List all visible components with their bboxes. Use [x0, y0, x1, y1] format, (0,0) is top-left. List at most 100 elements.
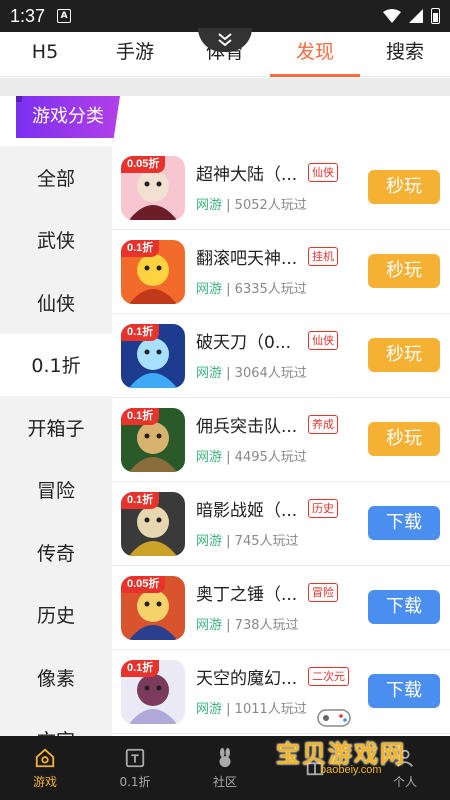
game-row[interactable]: 0.1折 破天刀（0... 仙侠 网游 | 3064人玩过 秒玩: [112, 314, 450, 398]
badge-fold: [16, 96, 22, 102]
home-icon: [35, 748, 55, 767]
meta-separator: |: [222, 450, 235, 465]
discount-badge: 0.1折: [121, 492, 160, 509]
meta-separator: |: [222, 702, 235, 717]
bottom-nav: 游戏 0.1折 社区 个人: [0, 736, 450, 800]
game-row[interactable]: 0.1折翻滚吧天神... 挂机 网游 | 6335人玩过 秒玩: [112, 230, 450, 314]
category-sidebar: 全部武侠仙侠0.1折开箱子冒险传奇历史像素文字: [0, 146, 112, 736]
genre-tag: 仙侠: [308, 163, 338, 182]
meta-separator: |: [222, 618, 235, 633]
nav-label: 社区: [212, 774, 237, 789]
game-meta: 网游 | 738人玩过: [196, 614, 299, 633]
battery-icon: [431, 8, 440, 24]
nav-label: 游戏: [32, 774, 57, 789]
nav-item-0[interactable]: 游戏: [0, 736, 90, 800]
game-icon[interactable]: 0.05折: [121, 156, 185, 220]
sidebar-item[interactable]: 仙侠: [0, 271, 112, 334]
player-count: 5052人玩过: [234, 198, 307, 213]
game-icon[interactable]: 0.1折: [121, 408, 185, 472]
sidebar-item[interactable]: 武侠: [0, 209, 112, 272]
sidebar-item[interactable]: 冒险: [0, 459, 112, 522]
discount-badge: 0.05折: [121, 576, 166, 593]
instant-play-button[interactable]: 秒玩: [368, 338, 440, 372]
game-meta: 网游 | 6335人玩过: [196, 278, 307, 297]
download-button[interactable]: 下载: [368, 506, 440, 540]
sidebar-item[interactable]: 文字: [0, 709, 112, 736]
genre-tag: 二次元: [308, 667, 349, 686]
rabbit-icon: [219, 747, 231, 767]
tab-0[interactable]: H5: [0, 32, 90, 76]
status-time: 1:37: [10, 5, 46, 26]
game-category: 网游: [196, 534, 223, 549]
game-meta: 网游 | 1011人玩过: [196, 698, 307, 717]
sidebar-item[interactable]: 像素: [0, 646, 112, 709]
player-count: 745人玩过: [234, 534, 299, 549]
game-icon[interactable]: 0.1折: [121, 324, 185, 388]
discount-badge: 0.05折: [121, 156, 166, 173]
sidebar-item[interactable]: 开箱子: [0, 396, 112, 459]
nav-item-1[interactable]: 0.1折: [90, 736, 180, 800]
discount-icon: [125, 748, 145, 767]
game-icon[interactable]: 0.1折: [121, 240, 185, 304]
game-name: 佣兵突击队...: [196, 417, 298, 437]
gift-icon: [305, 762, 325, 776]
meta-separator: |: [222, 366, 235, 381]
game-category: 网游: [196, 366, 223, 381]
category-header: 游戏分类: [0, 96, 450, 146]
instant-play-button[interactable]: 秒玩: [368, 254, 440, 288]
sidebar-item[interactable]: 历史: [0, 584, 112, 647]
game-list: 0.05折 超神大陆（... 仙侠 网游 | 5052人玩过 秒玩 0.1折 翻滚吧天神..…: [112, 146, 450, 736]
sidebar-item[interactable]: 全部: [0, 146, 112, 209]
game-name: 暗影战姬（...: [196, 501, 298, 521]
app-screen: 1:37 A H5 手游 体育 发现 搜索 游戏分类 全部 武侠 仙侠 0.1折 开箱子 冒险 传奇…: [0, 0, 450, 800]
game-meta: 网游 | 5052人玩过: [196, 194, 307, 213]
nav-item-3[interactable]: [270, 736, 360, 800]
sidebar-item[interactable]: 0.1折: [0, 333, 112, 396]
divider-strip: [0, 78, 450, 96]
user-icon: [396, 749, 414, 767]
tab-1[interactable]: 手游: [90, 32, 180, 76]
download-button[interactable]: 下载: [368, 590, 440, 624]
nav-item-4[interactable]: 个人: [360, 736, 450, 800]
discount-badge: 0.1折: [121, 324, 160, 341]
game-name: 翻滚吧天神...: [196, 249, 298, 269]
game-meta: 网游 | 3064人玩过: [196, 362, 307, 381]
game-category: 网游: [196, 618, 223, 633]
genre-tag: 历史: [308, 499, 338, 518]
meta-separator: |: [222, 282, 235, 297]
discount-badge: 0.1折: [121, 240, 160, 257]
genre-tag: 仙侠: [308, 331, 338, 350]
game-row[interactable]: 0.1折 天空的魔幻... 二次元 网游 | 1011人玩过 下载: [112, 650, 450, 734]
game-icon[interactable]: 0.1折: [121, 492, 185, 556]
genre-tag: 养成: [308, 415, 338, 434]
game-row[interactable]: 0.1折 佣兵突击队... 养成 网游 | 4495人玩过 秒玩: [112, 398, 450, 482]
game-category: 网游: [196, 702, 223, 717]
game-icon[interactable]: 0.05折: [121, 576, 185, 640]
meta-separator: |: [222, 534, 235, 549]
category-title-badge: 游戏分类: [16, 96, 120, 138]
game-row[interactable]: 0.05折 超神大陆（... 仙侠 网游 | 5052人玩过 秒玩: [112, 146, 450, 230]
game-row[interactable]: 0.05折 奥丁之锤（... 冒险 网游 | 738人玩过 下载: [112, 566, 450, 650]
instant-play-button[interactable]: 秒玩: [368, 170, 440, 204]
meta-separator: |: [222, 198, 235, 213]
game-category: 网游: [196, 198, 223, 213]
nav-label: 个人: [392, 774, 417, 789]
tab-4[interactable]: 搜索: [360, 32, 450, 76]
wifi-icon: [383, 9, 401, 23]
game-row[interactable]: 0.1折 暗影战姬（... 历史 网游 | 745人玩过 下载: [112, 482, 450, 566]
game-icon[interactable]: 0.1折: [121, 660, 185, 724]
notification-app-icon: A: [57, 9, 72, 23]
sidebar-item[interactable]: 传奇: [0, 521, 112, 584]
instant-play-button[interactable]: 秒玩: [368, 422, 440, 456]
player-count: 738人玩过: [234, 618, 299, 633]
game-name: 超神大陆（...: [196, 165, 298, 185]
game-category: 网游: [196, 450, 223, 465]
game-meta: 网游 | 745人玩过: [196, 530, 299, 549]
nav-item-2[interactable]: 社区: [180, 736, 270, 800]
game-name: 天空的魔幻...: [196, 669, 298, 689]
genre-tag: 挂机: [308, 247, 338, 266]
tab-3[interactable]: 发现: [270, 32, 360, 77]
status-icons: [383, 8, 440, 24]
download-button[interactable]: 下载: [368, 674, 440, 708]
player-count: 3064人玩过: [234, 366, 307, 381]
